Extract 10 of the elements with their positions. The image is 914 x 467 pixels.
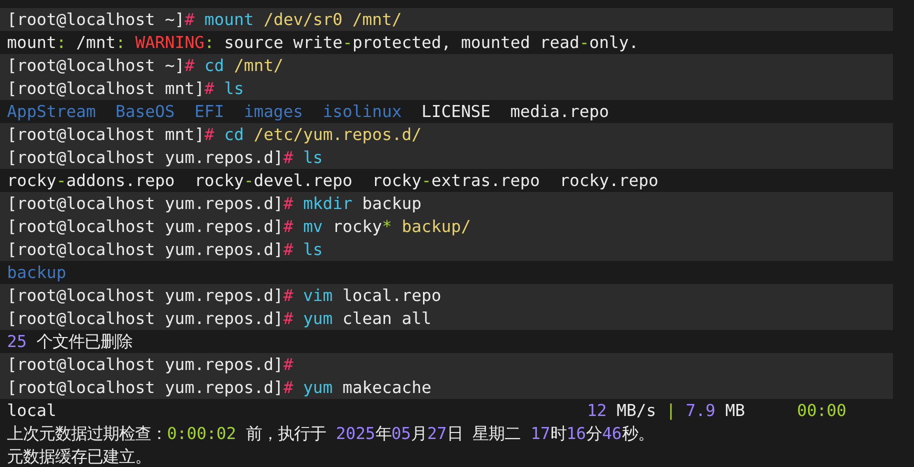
terminal-line: 元数据缓存已建立。: [6, 446, 152, 467]
elapsed-time: 00:00: [797, 400, 846, 422]
download-stats: 12 MB/s | 7.9 MB: [587, 400, 746, 422]
terminal-line: 25 个文件已删除: [6, 331, 134, 353]
terminal-line: AppStream BaseOS EFI images isolinux LICENSE media.repo: [6, 101, 610, 123]
repo-name: local: [7, 400, 58, 422]
terminal-line: rocky-addons.repo rocky-devel.repo rocky-extras.repo rocky.repo: [6, 170, 660, 192]
terminal-line: mount: /mnt: WARNING: source write-protected, mounted read-only.: [6, 32, 640, 54]
terminal-line: backup: [6, 262, 68, 284]
terminal-line: 上次元数据过期检查：0:00:02 前，执行于 2025年05月 27 日 星期二 17时16分46秒。: [6, 423, 655, 445]
